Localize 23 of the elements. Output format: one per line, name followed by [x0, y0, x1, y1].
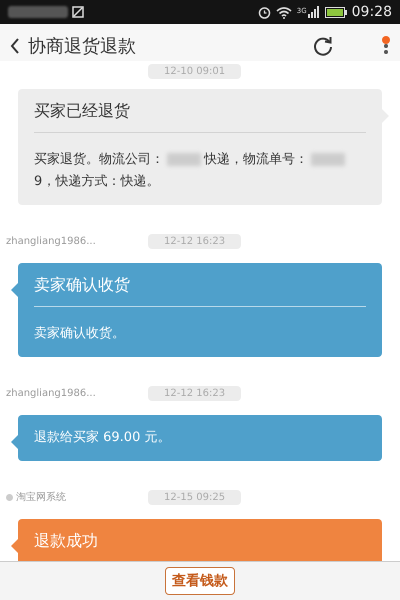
- timestamp: 12-15 09:25: [148, 490, 242, 504]
- clock-time: 09:28: [352, 4, 392, 20]
- page-title: 协商退货退款: [28, 35, 136, 58]
- view-funds-button[interactable]: 查看钱款: [165, 567, 235, 595]
- wifi-icon: [276, 6, 292, 18]
- refresh-icon: [312, 35, 334, 57]
- image-icon: [72, 6, 84, 18]
- sender-name: zhangliang1986...: [6, 388, 96, 398]
- battery-icon: [324, 6, 347, 18]
- message-title: 退款成功: [34, 530, 99, 552]
- redacted-block: [8, 6, 68, 18]
- message-title: 卖家确认收货: [34, 274, 131, 296]
- signal-icon: [308, 6, 320, 18]
- alarm-clock-icon: [258, 6, 271, 18]
- timestamp: 12-12 16:23: [148, 386, 242, 400]
- sender-name: 淘宝网系统: [16, 490, 66, 504]
- message-text: 买家退货。物流公司： 快递，物流单号： 9，快递方式：快递。: [34, 145, 366, 193]
- message-title: 买家已经退货: [34, 100, 131, 122]
- timestamp: 12-12 16:23: [148, 234, 242, 248]
- sender-name: zhangliang1986...: [6, 236, 96, 246]
- message-text: 卖家确认收货。: [34, 325, 126, 343]
- message-text: 退款给买家 69.00 元。: [34, 429, 172, 447]
- timestamp: 12-10 09:01: [148, 64, 242, 78]
